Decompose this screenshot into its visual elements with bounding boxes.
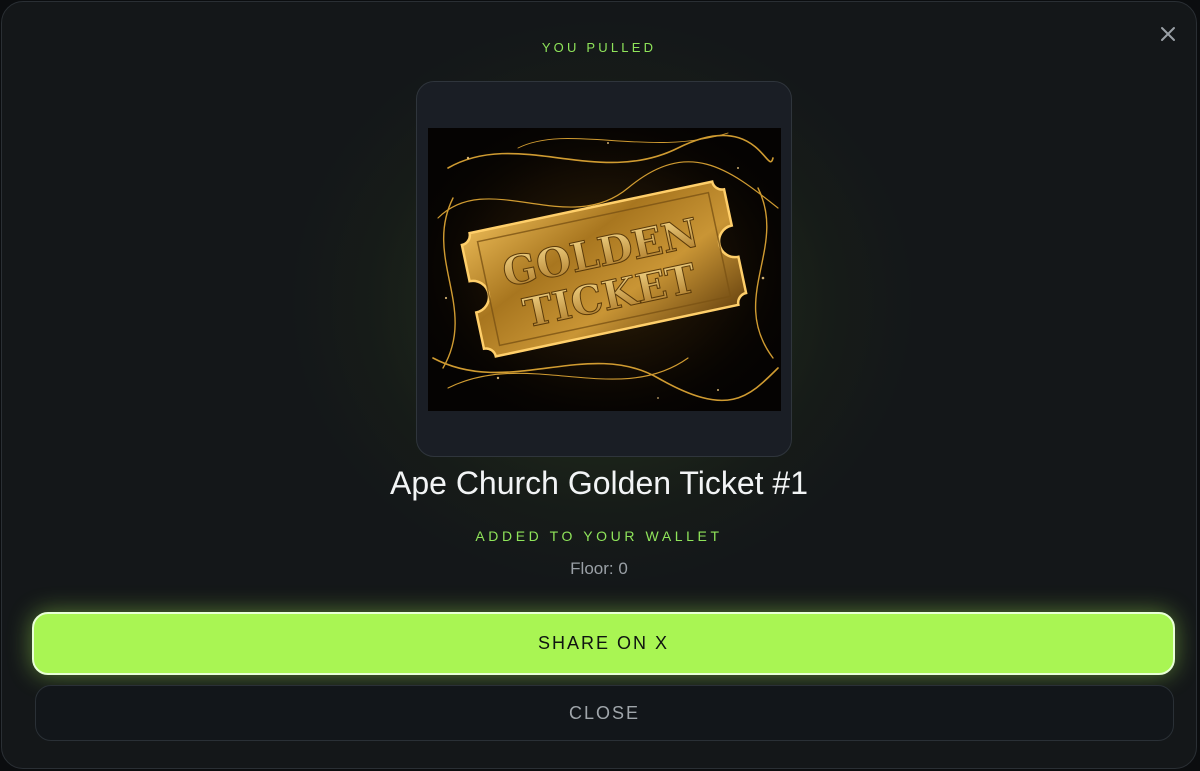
share-button-label: SHARE ON X bbox=[537, 633, 670, 653]
wallet-status: ADDED TO YOUR WALLET bbox=[475, 528, 723, 544]
share-on-x-button[interactable]: SHARE ON X bbox=[32, 612, 1175, 675]
nft-name: Ape Church Golden Ticket #1 bbox=[389, 465, 808, 501]
nft-card: GOLDEN TICKET bbox=[416, 81, 792, 457]
golden-ticket-image: GOLDEN TICKET bbox=[428, 128, 781, 411]
pull-heading: YOU PULLED bbox=[541, 40, 657, 55]
close-button[interactable]: CLOSE bbox=[35, 685, 1174, 741]
pull-result-modal: YOU PULLED GOLDEN TICKET Ape Church Gold… bbox=[1, 1, 1197, 769]
close-button-label: CLOSE bbox=[568, 702, 641, 723]
floor-price: Floor: 0 bbox=[570, 559, 628, 578]
